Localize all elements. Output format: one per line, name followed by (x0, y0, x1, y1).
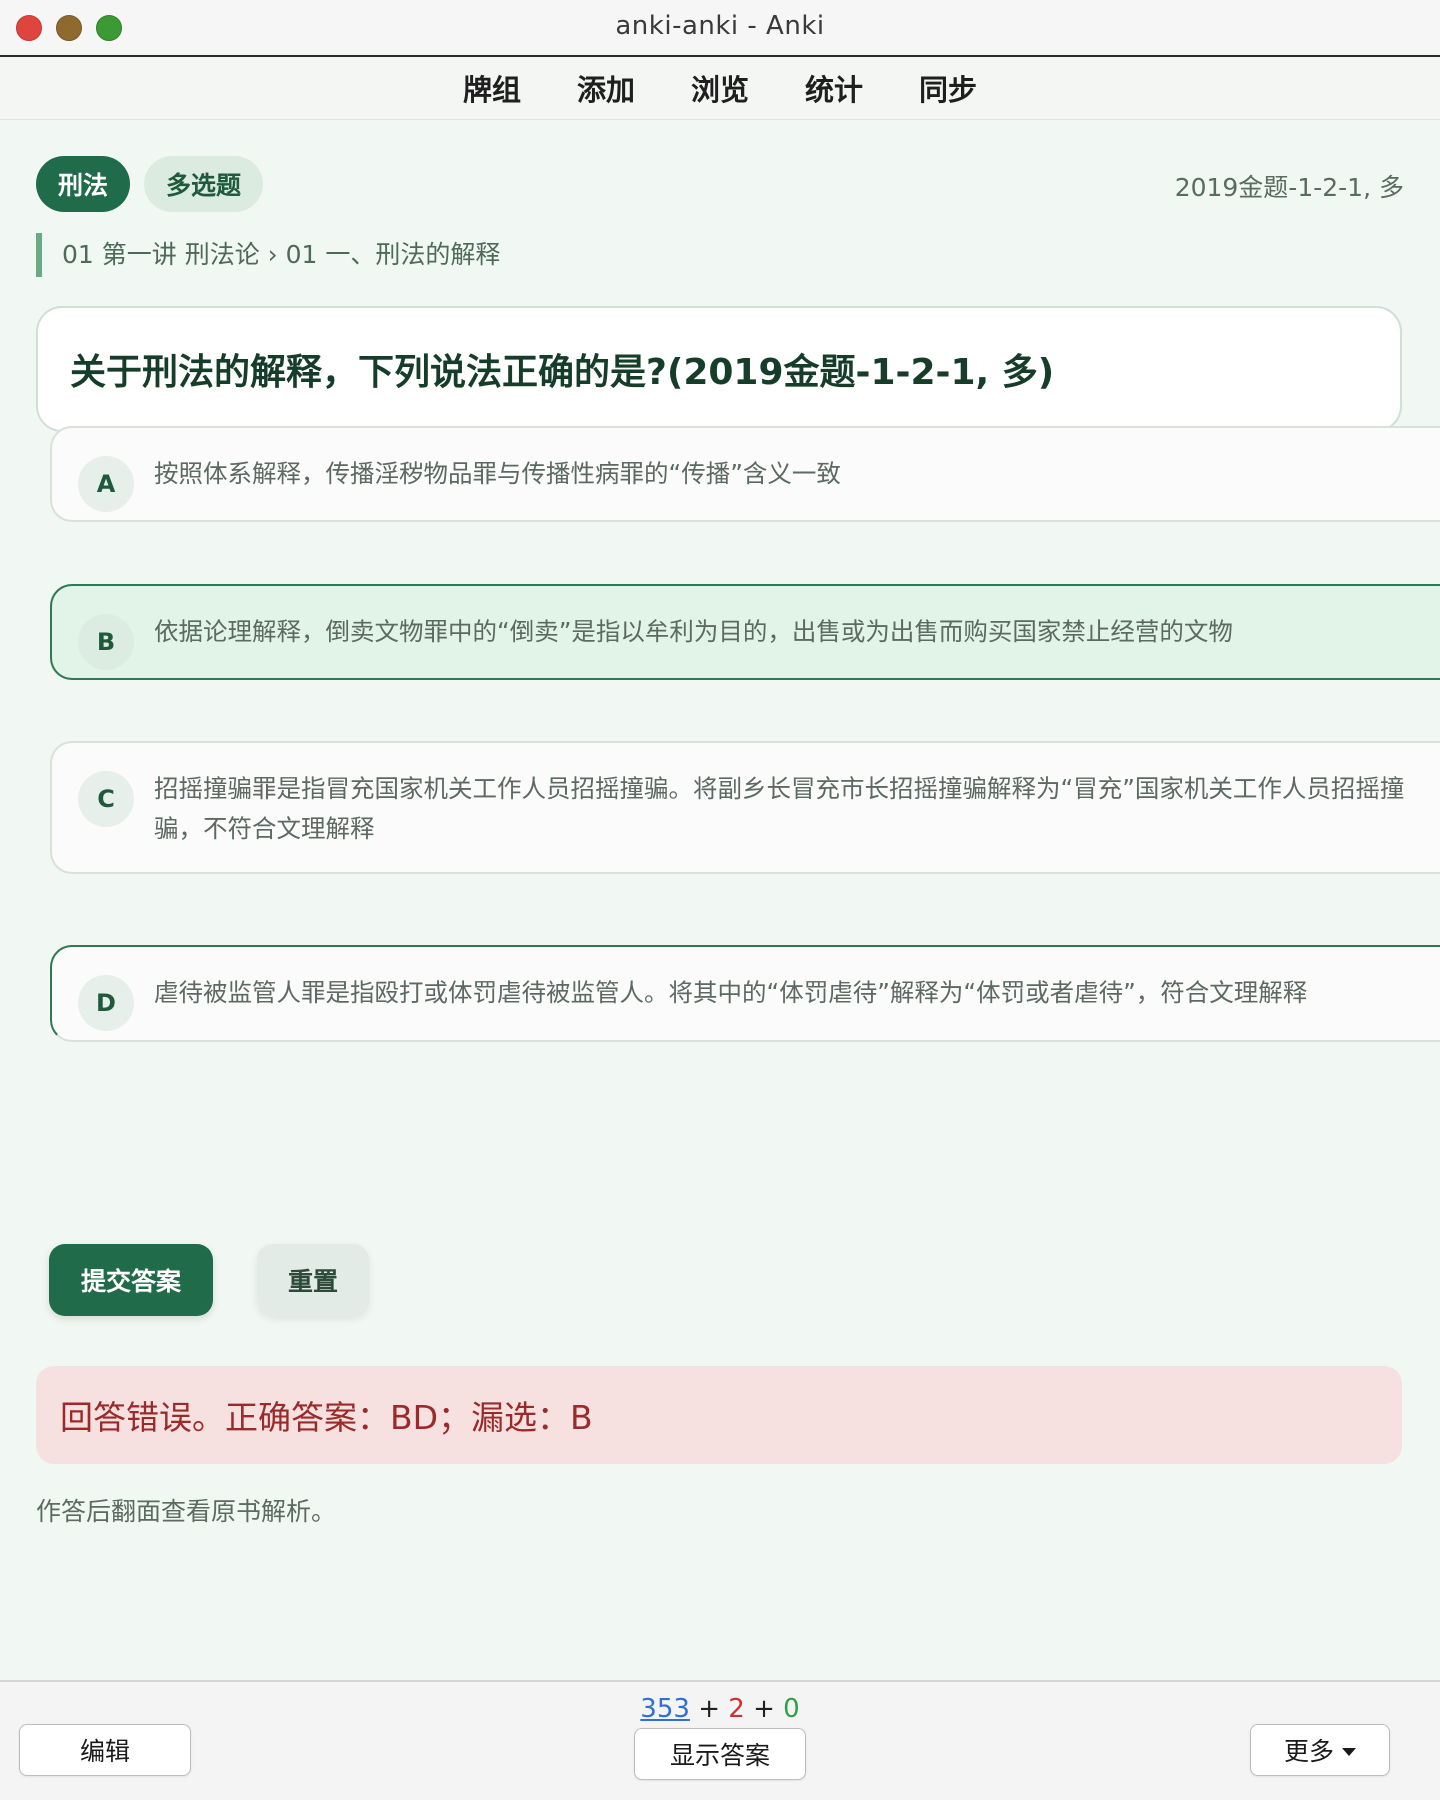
show-answer-label: 显示答案 (669, 1741, 770, 1770)
option-text: 按照体系解释，传播淫秽物品罪与传播性病罪的“传播”含义一致 (154, 459, 841, 488)
option-text: 虐待被监管人罪是指殴打或体罚虐待被监管人。将其中的“体罚虐待”解释为“体罚或者虐… (154, 978, 1308, 1007)
menu-browse[interactable]: 浏览 (691, 67, 749, 109)
due-counts: 353 + 2 + 0 (0, 1694, 1440, 1724)
caret-down-icon (1342, 1748, 1356, 1756)
result-banner: 回答错误。正确答案：BD；漏选：B (36, 1366, 1402, 1464)
show-answer-button[interactable]: 显示答案 (634, 1728, 806, 1780)
card-area: 刑法 多选题 2019金题-1-2-1, 多 01 第一讲 刑法论 › 01 一… (0, 120, 1440, 1680)
menu-decks[interactable]: 牌组 (463, 67, 521, 109)
option-text: 招摇撞骗罪是指冒充国家机关工作人员招摇撞骗。将副乡长冒充市长招摇撞骗解释为“冒充… (154, 774, 1405, 843)
question-text: 关于刑法的解释，下列说法正确的是?(2019金题-1-2-1, 多) (70, 352, 1055, 393)
question-type-tag: 多选题 (144, 156, 264, 212)
question-source: 2019金题-1-2-1, 多 (1174, 173, 1404, 202)
option-c[interactable]: C 招摇撞骗罪是指冒充国家机关工作人员招摇撞骗。将副乡长冒充市长招摇撞骗解释为“… (50, 741, 1440, 874)
subject-tag: 刑法 (36, 156, 131, 212)
review-count: 0 (783, 1694, 800, 1724)
window-title: anki-anki - Anki (615, 11, 825, 41)
option-a[interactable]: A 按照体系解释，传播淫秽物品罪与传播性病罪的“传播”含义一致 (50, 426, 1440, 522)
option-d[interactable]: D 虐待被监管人罪是指殴打或体罚虐待被监管人。将其中的“体罚虐待”解释为“体罚或… (50, 945, 1440, 1042)
more-button[interactable]: 更多 (1250, 1724, 1390, 1776)
anki-window: anki-anki - Anki 牌组 添加 浏览 统计 同步 刑法 多选题 2… (0, 0, 1440, 1800)
option-text: 依据论理解释，倒卖文物罪中的“倒卖”是指以牟利为目的，出售或为出售而购买国家禁止… (154, 617, 1233, 646)
breadcrumb: 01 第一讲 刑法论 › 01 一、刑法的解释 (36, 233, 500, 277)
option-letter: B (78, 614, 134, 670)
option-letter: A (78, 456, 134, 512)
hint-text: 作答后翻面查看原书解析。 (36, 1497, 337, 1526)
option-letter: D (78, 975, 134, 1031)
submit-answer-button[interactable]: 提交答案 (49, 1244, 213, 1316)
count-plus: + (698, 1694, 720, 1724)
option-letter: C (78, 771, 134, 827)
edit-button-label: 编辑 (79, 1737, 130, 1766)
more-button-label: 更多 (1283, 1737, 1334, 1766)
new-count[interactable]: 353 (640, 1694, 690, 1724)
option-b[interactable]: B 依据论理解释，倒卖文物罪中的“倒卖”是指以牟利为目的，出售或为出售而购买国家… (50, 584, 1440, 680)
result-text: 回答错误。正确答案：BD；漏选：B (60, 1398, 593, 1437)
bottom-bar: 353 + 2 + 0 编辑 显示答案 更多 (0, 1680, 1440, 1800)
top-menu: 牌组 添加 浏览 统计 同步 (0, 57, 1440, 120)
menu-sync[interactable]: 同步 (919, 67, 977, 109)
count-plus: + (753, 1694, 775, 1724)
menu-stats[interactable]: 统计 (805, 67, 863, 109)
menu-add[interactable]: 添加 (577, 67, 635, 109)
question-box: 关于刑法的解释，下列说法正确的是?(2019金题-1-2-1, 多) (36, 306, 1402, 432)
learn-count: 2 (728, 1694, 745, 1724)
reset-button[interactable]: 重置 (257, 1244, 369, 1316)
title-bar: anki-anki - Anki (0, 0, 1440, 57)
edit-button[interactable]: 编辑 (19, 1724, 191, 1776)
